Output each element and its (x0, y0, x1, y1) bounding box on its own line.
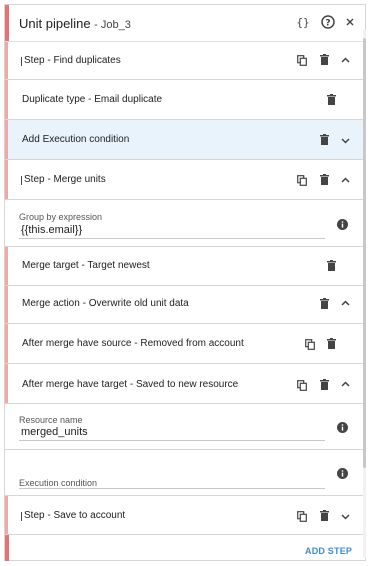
step-label: Step - Save to account (24, 510, 126, 521)
step-label: Step - Find duplicates (24, 55, 121, 66)
copy-icon[interactable] (297, 55, 307, 66)
copy-icon[interactable] (305, 339, 315, 350)
row-accent (5, 324, 8, 363)
copy-icon[interactable] (297, 511, 307, 522)
info-icon[interactable] (337, 219, 348, 230)
group-by-field: Group by expression {{this.email}} (5, 200, 365, 246)
chevron-up-icon[interactable] (341, 381, 350, 387)
row-accent (5, 364, 8, 403)
resource-name-field: Resource name merged_units (5, 404, 365, 450)
info-icon[interactable] (337, 468, 348, 479)
scrollbar-thumb[interactable] (363, 38, 366, 468)
after-merge-source-row[interactable]: After merge have source - Removed from a… (5, 324, 365, 364)
add-step-button[interactable]: ADD STEP (305, 546, 352, 556)
trash-icon[interactable] (327, 94, 336, 105)
info-icon[interactable] (337, 422, 348, 433)
row-accent (5, 496, 8, 534)
trash-icon[interactable] (320, 54, 329, 65)
resource-name-label: Resource name (19, 415, 83, 425)
chevron-up-icon[interactable] (341, 57, 350, 63)
duplicate-type-row[interactable]: Duplicate type - Email duplicate (5, 80, 365, 120)
after-merge-target-row[interactable]: After merge have target - Saved to new r… (5, 364, 365, 404)
trash-icon[interactable] (327, 260, 336, 271)
copy-icon[interactable] (297, 175, 307, 186)
merge-action-row[interactable]: Merge action - Overwrite old unit data (5, 286, 365, 324)
drag-handle-icon[interactable] (19, 57, 22, 66)
duplicate-type-label: Duplicate type - Email duplicate (22, 94, 163, 105)
resource-name-input[interactable]: merged_units (21, 426, 88, 438)
step-merge-units[interactable]: Step - Merge units (5, 160, 365, 200)
chevron-up-icon[interactable] (341, 300, 350, 306)
chevron-down-icon[interactable] (341, 514, 350, 520)
panel-footer: ADD STEP (5, 535, 365, 561)
add-execution-condition-row[interactable]: Add Execution condition (5, 120, 365, 160)
row-accent (5, 120, 8, 159)
trash-icon[interactable] (320, 298, 329, 309)
group-by-label: Group by expression (19, 212, 103, 222)
trash-icon[interactable] (327, 338, 336, 349)
after-merge-source-label: After merge have source - Removed from a… (22, 338, 244, 349)
pipeline-panel: Unit pipeline - Job_3 {} ? Step - Find d… (4, 4, 366, 561)
merge-target-label: Merge target - Target newest (22, 260, 150, 271)
row-accent (5, 286, 8, 323)
group-by-underline (19, 238, 325, 239)
resource-name-underline (19, 440, 325, 441)
add-execution-condition-label: Add Execution condition (22, 134, 130, 145)
step-find-duplicates[interactable]: Step - Find duplicates (5, 42, 365, 80)
row-accent (5, 160, 8, 199)
row-accent (5, 80, 8, 119)
chevron-up-icon[interactable] (341, 177, 350, 183)
drag-handle-icon[interactable] (19, 176, 22, 185)
copy-icon[interactable] (297, 380, 307, 391)
merge-target-row[interactable]: Merge target - Target newest (5, 246, 365, 286)
row-accent (5, 42, 8, 79)
drag-handle-icon[interactable] (19, 512, 22, 521)
chevron-down-icon[interactable] (341, 138, 350, 144)
step-label: Step - Merge units (24, 174, 106, 185)
execution-condition-underline (19, 488, 325, 489)
trash-icon[interactable] (320, 134, 329, 145)
merge-action-label: Merge action - Overwrite old unit data (22, 298, 189, 309)
row-accent (5, 247, 8, 285)
pipeline-content: Step - Find duplicates Duplicate type - … (5, 5, 365, 561)
trash-icon[interactable] (320, 174, 329, 185)
trash-icon[interactable] (320, 379, 329, 390)
after-merge-target-label: After merge have target - Saved to new r… (22, 379, 239, 390)
group-by-input[interactable]: {{this.email}} (21, 224, 82, 236)
execution-condition-field: Execution condition (5, 450, 365, 496)
trash-icon[interactable] (320, 510, 329, 521)
step-save-to-account[interactable]: Step - Save to account (5, 496, 365, 535)
execution-condition-label: Execution condition (19, 478, 98, 488)
